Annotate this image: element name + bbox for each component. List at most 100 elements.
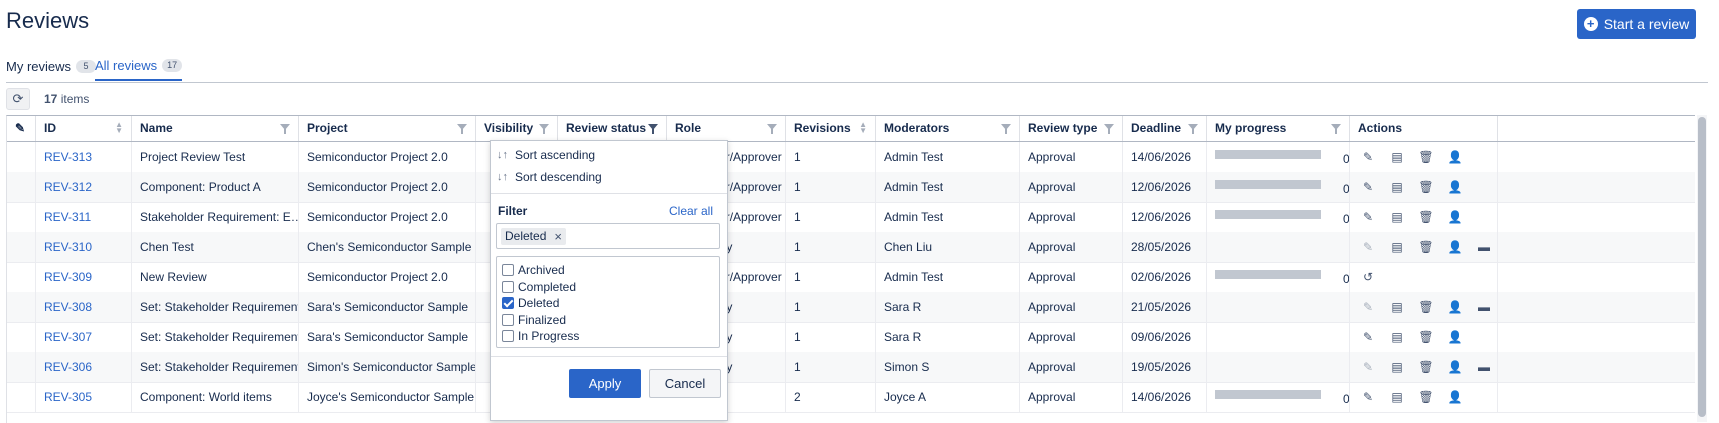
- sort-icon[interactable]: ▲ ▼: [115, 121, 123, 135]
- table-row[interactable]: REV-310 Chen Test Chen's Semiconductor Sam…: [7, 232, 1695, 263]
- sort-ascending-item[interactable]: ↓↑ Sort ascending: [497, 145, 595, 165]
- doc-icon[interactable]: ▤: [1387, 352, 1407, 382]
- filter-option[interactable]: Finalized: [502, 312, 566, 328]
- column-header-project[interactable]: Project: [299, 116, 476, 141]
- filter-option[interactable]: In Progress: [502, 328, 579, 344]
- doc-icon[interactable]: ▤: [1387, 172, 1407, 202]
- edit-icon[interactable]: ✎: [1358, 232, 1378, 262]
- table-row[interactable]: REV-306 Set: Stakeholder Requirements Simo…: [7, 352, 1695, 383]
- doc-icon[interactable]: ▤: [1387, 322, 1407, 352]
- trash-icon[interactable]: 🗑: [1416, 232, 1436, 262]
- review-id-link[interactable]: REV-312: [36, 172, 132, 202]
- column-header-actions[interactable]: Actions: [1350, 116, 1498, 141]
- column-header-revisions[interactable]: Revisions ▲ ▼: [786, 116, 876, 141]
- review-id-link[interactable]: REV-308: [36, 292, 132, 322]
- edit-icon[interactable]: ✎: [1358, 172, 1378, 202]
- review-id-link[interactable]: REV-313: [36, 142, 132, 172]
- column-header-name[interactable]: Name: [132, 116, 299, 141]
- scrollbar-thumb[interactable]: [1698, 117, 1706, 417]
- edit-icon[interactable]: ✎: [1358, 382, 1378, 412]
- column-header-visibility[interactable]: Visibility: [476, 116, 558, 141]
- doc-icon[interactable]: ▤: [1387, 142, 1407, 172]
- review-id-link[interactable]: REV-310: [36, 232, 132, 262]
- user-icon[interactable]: 👤: [1445, 292, 1465, 322]
- review-id-link[interactable]: REV-305: [36, 382, 132, 412]
- user-icon[interactable]: 👤: [1445, 382, 1465, 412]
- column-header-deadline[interactable]: Deadline: [1123, 116, 1207, 141]
- checkbox[interactable]: [502, 297, 514, 309]
- doc-icon[interactable]: ▤: [1387, 232, 1407, 262]
- review-id-link[interactable]: REV-311: [36, 202, 132, 232]
- user-icon[interactable]: 👤: [1445, 352, 1465, 382]
- trash-icon[interactable]: 🗑: [1416, 202, 1436, 232]
- user-icon[interactable]: 👤: [1445, 202, 1465, 232]
- filter-icon[interactable]: [767, 124, 777, 134]
- cancel-button[interactable]: Cancel: [649, 369, 721, 398]
- filter-option[interactable]: Deleted: [502, 295, 559, 311]
- remove-chip-icon[interactable]: ×: [554, 228, 562, 245]
- trash-icon[interactable]: 🗑: [1416, 172, 1436, 202]
- user-icon[interactable]: 👤: [1445, 142, 1465, 172]
- archive-icon[interactable]: ▬: [1474, 352, 1494, 382]
- trash-icon[interactable]: 🗑: [1416, 322, 1436, 352]
- refresh-button[interactable]: ⟳: [6, 88, 30, 110]
- filter-icon[interactable]: [1001, 124, 1011, 134]
- review-id-link[interactable]: REV-307: [36, 322, 132, 352]
- tab-all-reviews[interactable]: All reviews 17: [95, 52, 183, 81]
- filter-chip-input[interactable]: Deleted ×: [496, 223, 720, 249]
- table-row[interactable]: REV-311 Stakeholder Requirement: E… Semico…: [7, 202, 1695, 233]
- tab-my-reviews[interactable]: My reviews 5: [6, 52, 97, 81]
- vertical-scrollbar[interactable]: [1697, 115, 1707, 422]
- user-icon[interactable]: 👤: [1445, 232, 1465, 262]
- edit-icon[interactable]: ✎: [1358, 142, 1378, 172]
- review-id-link[interactable]: REV-306: [36, 352, 132, 382]
- filter-icon[interactable]: [1104, 124, 1114, 134]
- sort-icon[interactable]: ▲ ▼: [859, 121, 867, 135]
- filter-icon[interactable]: [457, 124, 467, 134]
- doc-icon[interactable]: ▤: [1387, 202, 1407, 232]
- start-review-button[interactable]: + Start a review: [1577, 9, 1696, 39]
- archive-icon[interactable]: ▬: [1474, 292, 1494, 322]
- edit-icon[interactable]: ✎: [1358, 202, 1378, 232]
- trash-icon[interactable]: 🗑: [1416, 292, 1436, 322]
- doc-icon[interactable]: ▤: [1387, 382, 1407, 412]
- checkbox[interactable]: [502, 280, 514, 293]
- clear-all-link[interactable]: Clear all: [669, 204, 713, 218]
- column-header-id[interactable]: ID ▲ ▼: [36, 116, 132, 141]
- table-row[interactable]: REV-313 Project Review Test Semiconductor …: [7, 142, 1695, 173]
- checkbox[interactable]: [502, 313, 514, 326]
- checkbox[interactable]: [502, 330, 514, 342]
- table-row[interactable]: REV-307 Set: Stakeholder Requirements Sara…: [7, 322, 1695, 353]
- filter-icon[interactable]: [280, 124, 290, 134]
- column-header-role[interactable]: Role: [667, 116, 786, 141]
- filter-icon[interactable]: [1331, 124, 1341, 134]
- review-id-link[interactable]: REV-309: [36, 262, 132, 292]
- trash-icon[interactable]: 🗑: [1416, 352, 1436, 382]
- user-icon[interactable]: 👤: [1445, 172, 1465, 202]
- column-header-moderators[interactable]: Moderators: [876, 116, 1020, 141]
- filter-icon[interactable]: [539, 124, 549, 134]
- filter-icon[interactable]: [1188, 124, 1198, 134]
- column-header-review-status[interactable]: Review status: [558, 116, 667, 141]
- filter-option[interactable]: Archived: [502, 262, 565, 278]
- trash-icon[interactable]: 🗑: [1416, 142, 1436, 172]
- sort-descending-item[interactable]: ↓↑ Sort descending: [497, 167, 602, 187]
- trash-icon[interactable]: 🗑: [1416, 382, 1436, 412]
- checkbox[interactable]: [502, 264, 514, 276]
- apply-button[interactable]: Apply: [569, 369, 641, 398]
- edit-icon[interactable]: ✎: [1358, 352, 1378, 382]
- filter-icon[interactable]: [648, 124, 658, 134]
- edit-icon[interactable]: ✎: [1358, 292, 1378, 322]
- restore-icon[interactable]: ↺: [1358, 262, 1378, 292]
- table-row[interactable]: REV-312 Component: Product A Semiconductor…: [7, 172, 1695, 203]
- table-row[interactable]: REV-305 Component: World items Joyce's Sem…: [7, 382, 1695, 413]
- table-row[interactable]: REV-309 New Review Semiconductor Project 2…: [7, 262, 1695, 293]
- column-header-review-type[interactable]: Review type: [1020, 116, 1123, 141]
- user-icon[interactable]: 👤: [1445, 322, 1465, 352]
- archive-icon[interactable]: ▬: [1474, 232, 1494, 262]
- table-row[interactable]: REV-308 Set: Stakeholder Requirements Sara…: [7, 292, 1695, 323]
- edit-icon[interactable]: ✎: [1358, 322, 1378, 352]
- filter-option[interactable]: Completed: [502, 279, 576, 295]
- doc-icon[interactable]: ▤: [1387, 292, 1407, 322]
- column-header-my-progress[interactable]: My progress: [1207, 116, 1350, 141]
